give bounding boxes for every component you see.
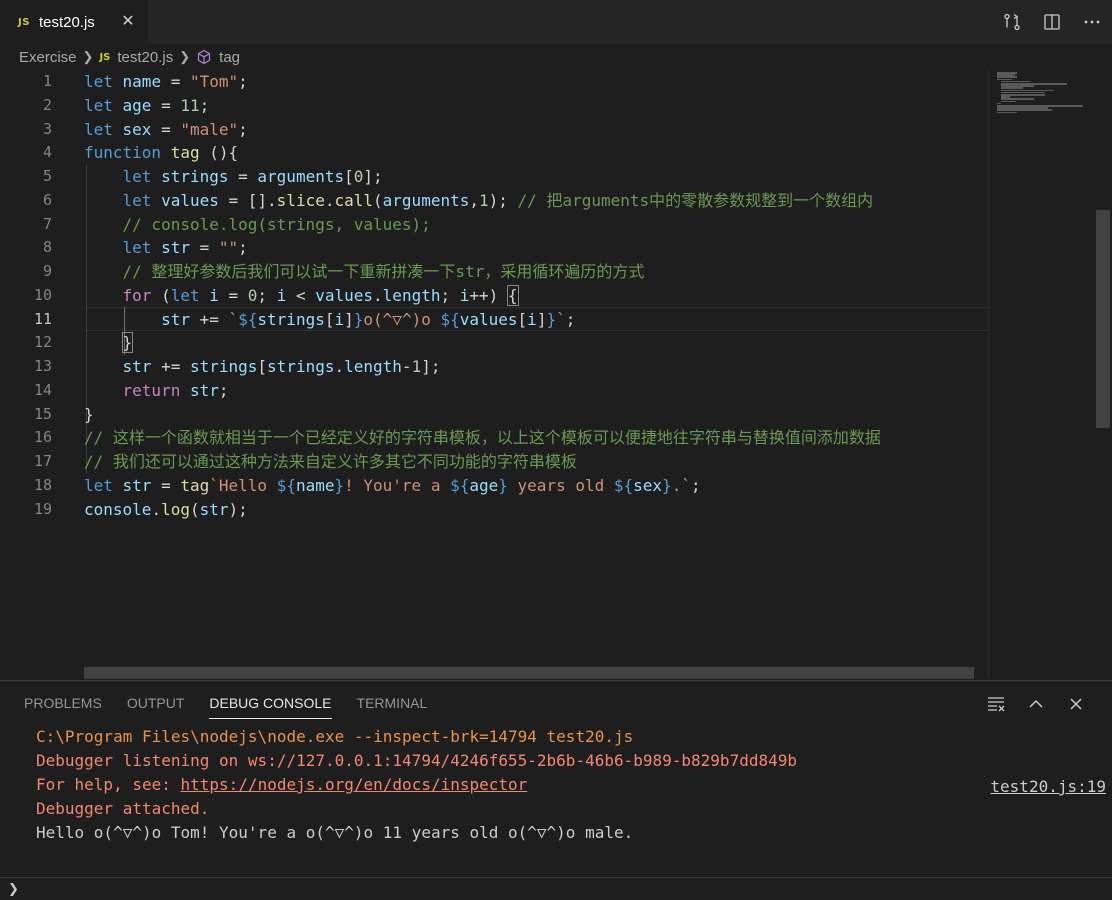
line-number: 4 (42, 143, 52, 162)
close-tab-icon[interactable]: ✕ (118, 10, 138, 32)
line-number: 7 (42, 214, 52, 233)
breadcrumb-symbol[interactable]: tag (219, 49, 240, 66)
code-line-10: for (let i = 0; i < values.length; i++) … (122, 284, 519, 306)
console-line-output: Hello o(^▽^)o Tom! You're a o(^▽^)o 11 y… (36, 823, 634, 842)
line-number: 8 (42, 238, 52, 257)
line-number: 16 (33, 428, 52, 447)
breadcrumb: Exercise ❯ JS test20.js ❯ tag (0, 44, 1112, 70)
code-line-9: // 整理好参数后我们可以试一下重新拼凑一下str，采用循环遍历的方式 (122, 262, 645, 281)
tab-terminal[interactable]: TERMINAL (357, 695, 428, 719)
code-line-19: console.log(str); (84, 499, 248, 519)
line-number: 6 (42, 190, 52, 209)
code-line-3: let sex = "male"; (84, 119, 248, 139)
minimap-line (997, 111, 1017, 114)
code-line-16: // 这样一个函数就相当于一个已经定义好的字符串模板，以上这个模板可以便捷地往字… (84, 428, 881, 448)
line-number: 18 (33, 475, 52, 494)
panel-tabs: PROBLEMS OUTPUT DEBUG CONSOLE TERMINAL (24, 695, 452, 719)
symbol-method-icon (196, 49, 212, 65)
line-number: 9 (42, 262, 52, 280)
chevron-right-icon: ❯ (82, 49, 94, 64)
code-line-15: } (84, 404, 94, 424)
debug-console-output: C:\Program Files\nodejs\node.exe --inspe… (36, 725, 1106, 845)
code-line-1: let name = "Tom"; (84, 72, 248, 91)
line-number: 14 (33, 380, 52, 399)
source-location-link[interactable]: test20.js:19 (990, 777, 1106, 796)
code-lines[interactable]: let name = "Tom"; let age = 11; let sex … (84, 70, 988, 521)
vertical-scrollbar[interactable] (1096, 210, 1110, 428)
split-editor-icon[interactable] (1032, 0, 1072, 44)
code-editor[interactable]: 1 2 3 4 5 6 7 8 9 10 11 12 13 14 15 16 17 18 19 let name =… (0, 70, 988, 678)
code-line-17: // 我们还可以通过这种方法来自定义许多其它不同功能的字符串模板 (84, 452, 577, 471)
code-line-13: str += strings[strings.length-1]; (122, 357, 441, 376)
help-prefix: For help, see: (36, 775, 181, 794)
code-line-6: let values = [].slice.call(arguments,1);… (122, 190, 874, 210)
tab-label: test20.js (38, 13, 95, 31)
js-file-icon: JS (18, 16, 30, 28)
line-number: 5 (42, 167, 52, 185)
code-line-14: return str; (122, 380, 229, 400)
matched-bracket: } (121, 332, 134, 354)
code-line-11: str += `${strings[i]}o(^▽^)o ${values[i]… (161, 309, 576, 329)
code-line-4: function tag (){ (84, 143, 239, 163)
code-line-2: let age = 11; (84, 95, 210, 115)
line-number: 19 (33, 499, 52, 518)
console-line-attached: Debugger attached. (36, 799, 210, 818)
help-link[interactable]: https://nodejs.org/en/docs/inspector (181, 775, 528, 794)
matched-bracket: { (506, 284, 519, 306)
maximize-panel-icon[interactable] (1016, 691, 1056, 717)
bottom-panel: PROBLEMS OUTPUT DEBUG CONSOLE TERMINAL C… (0, 680, 1112, 900)
repl-input[interactable]: ❯ (0, 877, 1112, 900)
code-line-18: let str = tag`Hello ${name}! You're a ${… (84, 475, 701, 495)
prompt-chevron-icon: ❯ (8, 882, 19, 897)
tab-debug-console[interactable]: DEBUG CONSOLE (209, 695, 332, 719)
minimap-line (1001, 100, 1017, 103)
line-number: 2 (42, 95, 52, 114)
tab-problems[interactable]: PROBLEMS (24, 695, 102, 719)
console-line-help: For help, see: https://nodejs.org/en/doc… (36, 773, 1106, 797)
line-number: 13 (33, 357, 52, 375)
line-number: 11 (33, 309, 52, 328)
breadcrumb-folder[interactable]: Exercise (19, 49, 77, 66)
horizontal-scrollbar[interactable] (84, 667, 974, 679)
line-number: 12 (33, 333, 52, 352)
code-line-12: } (84, 331, 988, 355)
more-actions-icon[interactable] (1072, 0, 1112, 44)
js-file-icon: JS (99, 51, 111, 63)
panel-actions (976, 691, 1096, 717)
tab-test20[interactable]: JS test20.js ✕ (0, 0, 148, 44)
editor-actions (992, 0, 1112, 44)
console-line-command: C:\Program Files\nodejs\node.exe --inspe… (36, 727, 634, 746)
code-line-8: let str = ""; (122, 238, 248, 258)
line-number: 17 (33, 452, 52, 470)
console-line-listening: Debugger listening on ws://127.0.0.1:147… (36, 751, 797, 770)
line-numbers: 1 2 3 4 5 6 7 8 9 10 11 12 13 14 15 16 17 18 19 (0, 70, 60, 521)
line-number: 1 (42, 72, 52, 90)
line-number: 3 (42, 119, 52, 138)
close-panel-icon[interactable] (1056, 691, 1096, 717)
compare-changes-icon[interactable] (992, 0, 1032, 44)
code-line-5: let strings = arguments[0]; (122, 167, 383, 186)
clear-console-icon[interactable] (976, 691, 1016, 717)
breadcrumb-file[interactable]: test20.js (117, 49, 173, 66)
tab-output[interactable]: OUTPUT (127, 695, 185, 719)
code-line-7: // console.log(strings, values); (122, 214, 431, 234)
chevron-right-icon: ❯ (179, 49, 191, 64)
tab-bar: JS test20.js ✕ (0, 0, 1112, 44)
line-number: 10 (33, 285, 52, 304)
minimap[interactable] (988, 70, 1096, 678)
line-number: 15 (33, 404, 52, 423)
